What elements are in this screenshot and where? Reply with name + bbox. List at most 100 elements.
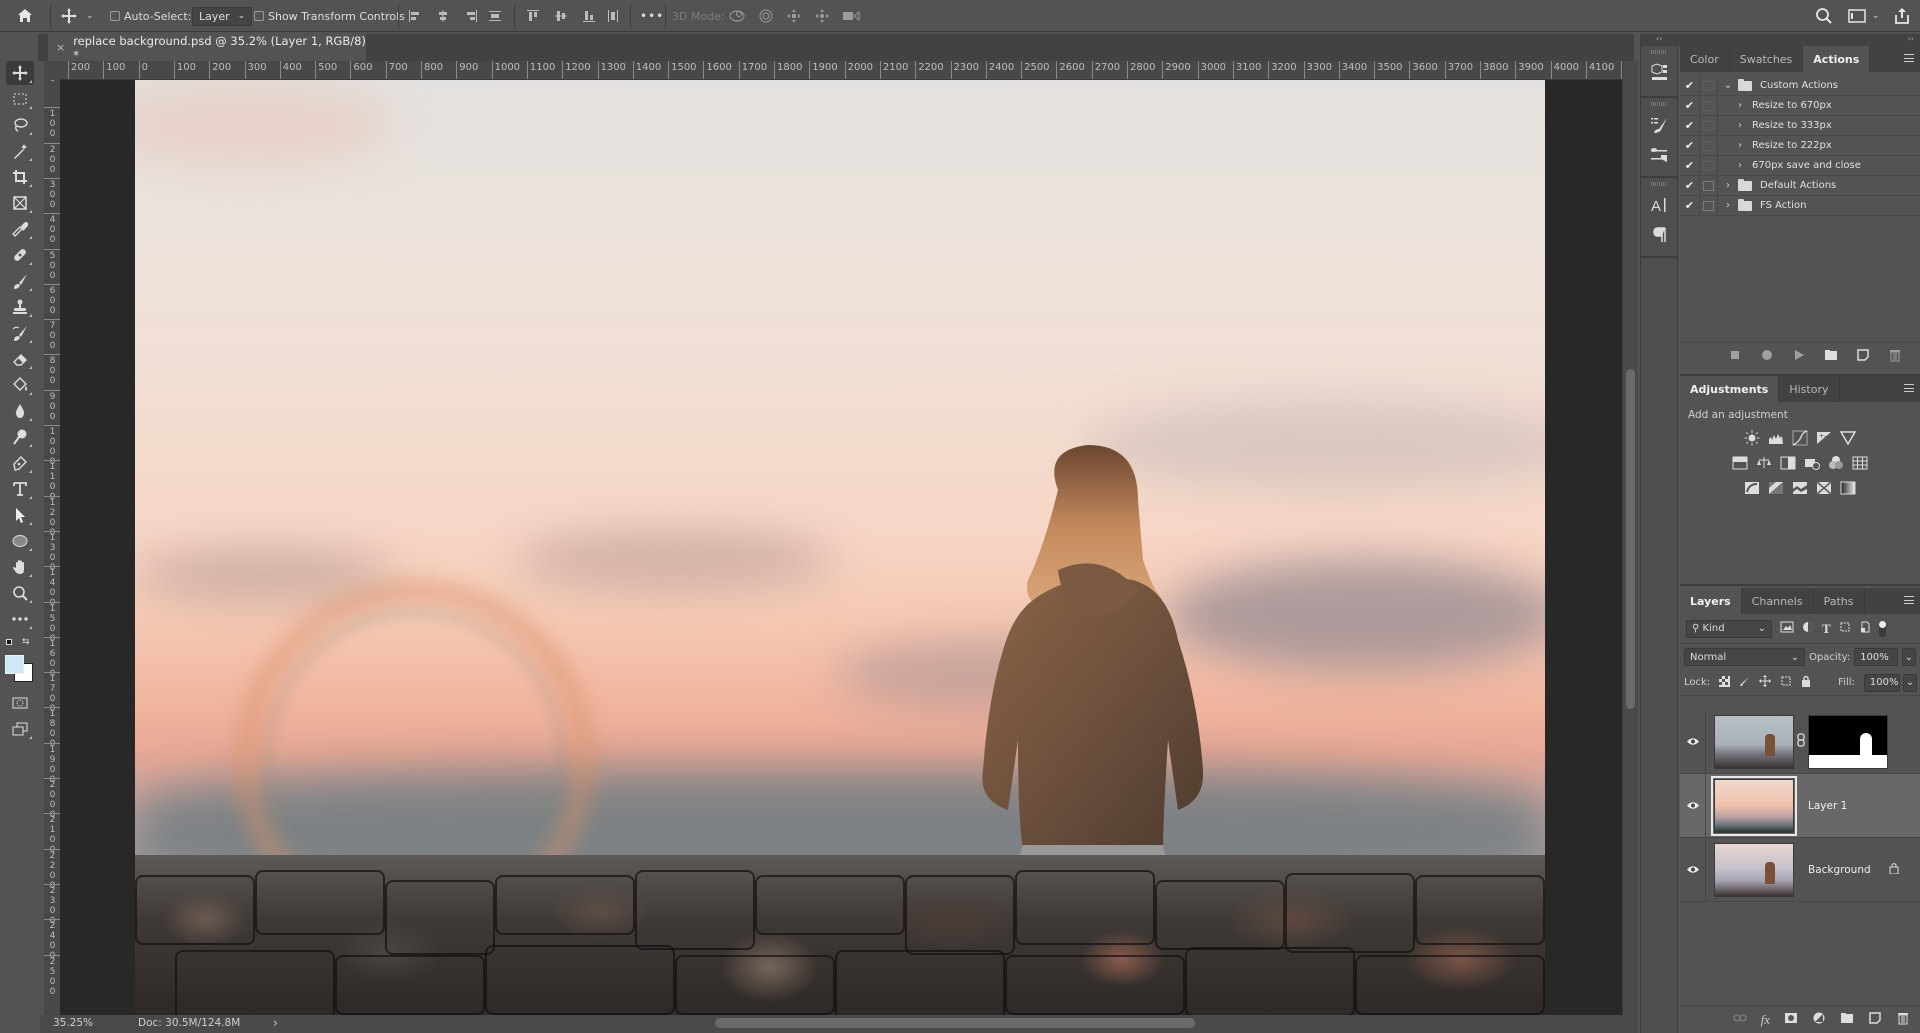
type-tool[interactable] xyxy=(6,477,34,501)
3d-roll-icon[interactable] xyxy=(758,8,774,24)
search-button[interactable] xyxy=(1815,0,1833,32)
visibility-toggle[interactable] xyxy=(1680,709,1706,774)
edit-toolbar[interactable] xyxy=(6,607,34,631)
toggle-item-checkbox[interactable]: ✔ xyxy=(1680,155,1700,176)
eraser-tool[interactable] xyxy=(6,347,34,371)
vibrance-icon[interactable] xyxy=(1840,430,1856,446)
tab-swatches[interactable]: Swatches xyxy=(1730,46,1804,72)
action-row[interactable]: ✔ › 670px save and close xyxy=(1680,155,1920,176)
clone-stamp-tool[interactable] xyxy=(6,295,34,319)
record-icon[interactable] xyxy=(1760,347,1774,366)
chevron-right-icon[interactable]: › xyxy=(1734,160,1746,171)
canvas-pasteboard[interactable] xyxy=(60,80,1622,1015)
toggle-item-checkbox[interactable]: ✔ xyxy=(1680,195,1700,216)
lasso-tool[interactable] xyxy=(6,113,34,137)
quick-mask-button[interactable] xyxy=(6,691,34,715)
lock-image-pixels-icon[interactable] xyxy=(1739,676,1750,690)
tab-adjustments[interactable]: Adjustments xyxy=(1680,376,1780,402)
blend-mode-dropdown[interactable]: Normal ⌄ xyxy=(1684,648,1806,666)
vertical-scrollbar-thumb[interactable] xyxy=(1626,369,1635,709)
visibility-toggle[interactable] xyxy=(1680,837,1706,902)
panel-menu-icon[interactable] xyxy=(1904,596,1914,604)
chevron-right-icon[interactable]: › xyxy=(1722,180,1734,191)
horizontal-scrollbar-thumb[interactable] xyxy=(715,1018,1195,1028)
layer-thumbnail[interactable] xyxy=(1714,714,1794,769)
photo-filter-icon[interactable] xyxy=(1804,455,1820,471)
align-horizontal-centers-icon[interactable] xyxy=(436,9,450,23)
action-set-row[interactable]: ✔ › Default Actions xyxy=(1680,175,1920,196)
stop-icon[interactable] xyxy=(1728,347,1742,366)
layer-row[interactable]: Background xyxy=(1680,837,1920,902)
brush-settings-panel-icon[interactable] xyxy=(1641,110,1677,140)
share-button[interactable] xyxy=(1893,0,1911,32)
toggle-item-checkbox[interactable]: ✔ xyxy=(1680,95,1700,116)
posterize-icon[interactable] xyxy=(1768,480,1784,496)
toggle-item-checkbox[interactable]: ✔ xyxy=(1680,135,1700,156)
distribute-horizontal-icon[interactable] xyxy=(606,0,620,32)
status-menu-arrow[interactable]: › xyxy=(273,1016,278,1030)
lock-artboard-icon[interactable] xyxy=(1780,675,1792,690)
chevron-right-icon[interactable]: › xyxy=(1722,200,1734,211)
screen-mode-button[interactable] xyxy=(6,717,34,741)
3d-panel-icon[interactable] xyxy=(1641,58,1677,88)
toggle-item-checkbox[interactable]: ✔ xyxy=(1680,175,1700,196)
dodge-tool[interactable] xyxy=(6,425,34,449)
horizontal-ruler[interactable]: 200 100 0 100 200 300 400 500 600 700 800 900 1000 11… xyxy=(60,61,1622,80)
show-transform-controls-checkbox[interactable]: Show Transform Controls xyxy=(254,0,405,32)
levels-icon[interactable] xyxy=(1768,430,1784,446)
auto-select-checkbox[interactable]: Auto-Select: xyxy=(110,0,191,32)
lock-all-icon[interactable] xyxy=(1801,675,1811,690)
3d-slide-icon[interactable] xyxy=(814,8,830,24)
action-row[interactable]: ✔ › Resize to 333px xyxy=(1680,115,1920,136)
chevron-down-icon[interactable]: ⌄ xyxy=(1722,80,1734,91)
swap-colors-icon[interactable]: ⇆ xyxy=(22,637,30,647)
chevron-right-icon[interactable]: › xyxy=(1734,100,1746,111)
home-button[interactable] xyxy=(16,0,34,32)
toggle-dialog-box[interactable] xyxy=(1700,195,1718,216)
more-options-button[interactable]: ••• xyxy=(640,0,664,32)
crop-tool[interactable] xyxy=(6,165,34,189)
adjustment-layer-filter-icon[interactable] xyxy=(1802,621,1814,636)
selective-color-icon[interactable] xyxy=(1816,480,1832,496)
new-layer-icon[interactable] xyxy=(1868,1010,1882,1029)
tab-paths[interactable]: Paths xyxy=(1814,588,1865,614)
toggle-dialog-box[interactable] xyxy=(1700,175,1718,196)
vertical-ruler[interactable]: 0100200300400500600700800900100011001200… xyxy=(44,80,60,1015)
align-left-edges-icon[interactable] xyxy=(408,9,422,23)
opacity-slider-toggle[interactable]: ⌄ xyxy=(1901,648,1916,666)
history-brush-tool[interactable] xyxy=(6,321,34,345)
layer-thumbnail[interactable] xyxy=(1711,775,1797,836)
tab-layers[interactable]: Layers xyxy=(1680,588,1742,614)
link-icon[interactable] xyxy=(1797,733,1805,750)
opacity-input[interactable]: 100% xyxy=(1854,648,1898,666)
action-row[interactable]: ✔ › Resize to 670px xyxy=(1680,95,1920,116)
document-tab[interactable]: × replace background.psd @ 35.2% (Layer … xyxy=(48,34,366,62)
align-top-edges-icon[interactable] xyxy=(526,9,540,23)
magic-wand-tool[interactable] xyxy=(6,139,34,163)
healing-brush-tool[interactable] xyxy=(6,243,34,267)
rectangular-marquee-tool[interactable] xyxy=(6,87,34,111)
move-tool[interactable] xyxy=(6,61,34,85)
chevron-right-icon[interactable]: › xyxy=(1734,120,1746,131)
toggle-item-checkbox[interactable]: ✔ xyxy=(1680,115,1700,136)
3d-orbit-icon[interactable] xyxy=(728,9,746,23)
tab-channels[interactable]: Channels xyxy=(1742,588,1814,614)
layer-thumbnail[interactable] xyxy=(1714,842,1794,897)
collapse-panels-button[interactable]: ›› xyxy=(1908,34,1914,43)
paragraph-panel-icon[interactable] xyxy=(1641,220,1677,250)
3d-camera-icon[interactable] xyxy=(842,10,860,22)
collapse-icon-strip-button[interactable]: ‹‹ xyxy=(1656,34,1662,43)
hue-saturation-icon[interactable] xyxy=(1732,455,1748,471)
align-vertical-centers-icon[interactable] xyxy=(554,9,568,23)
paint-bucket-tool[interactable] xyxy=(6,373,34,397)
brushes-panel-icon[interactable] xyxy=(1641,140,1677,170)
play-icon[interactable] xyxy=(1792,347,1806,366)
document-canvas[interactable] xyxy=(135,80,1545,1015)
link-layers-icon[interactable] xyxy=(1733,1010,1747,1029)
brush-tool[interactable] xyxy=(6,269,34,293)
fill-input[interactable]: 100% xyxy=(1863,673,1900,692)
path-selection-tool[interactable] xyxy=(6,503,34,527)
hand-tool[interactable] xyxy=(6,555,34,579)
layer-mask-thumbnail[interactable] xyxy=(1808,714,1888,769)
character-panel-icon[interactable]: A xyxy=(1641,190,1677,220)
